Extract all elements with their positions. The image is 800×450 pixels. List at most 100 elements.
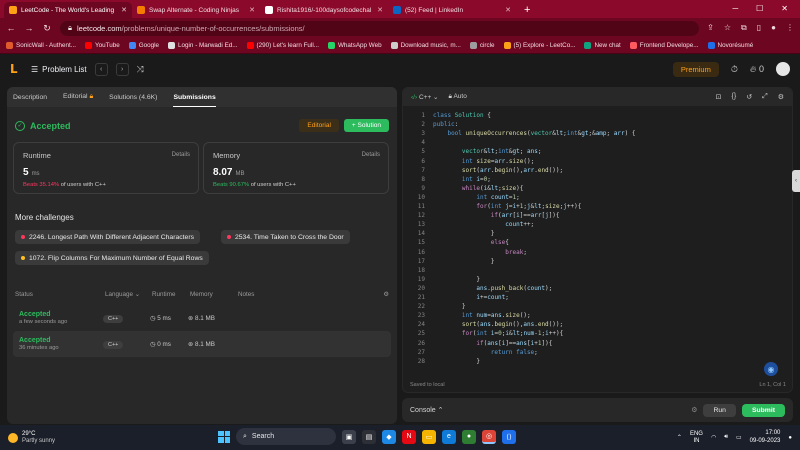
notification-icon[interactable]: ●	[788, 435, 792, 441]
add-solution-button[interactable]: + Solution	[343, 119, 389, 132]
browser-tab[interactable]: Rishita1916/-100daysofcodechal ✕	[260, 2, 388, 18]
browser-tab[interactable]: Swap Alternate - Coding Ninjas ✕	[132, 2, 260, 18]
tab-solutions[interactable]: Solutions (4.6K)	[109, 94, 157, 101]
timer-icon[interactable]: ⏱	[731, 64, 738, 75]
code-area[interactable]: 1 class Solution {2 public: 3 bool uniqueOc…	[403, 112, 788, 368]
code-line[interactable]: sort(arr.begin(),arr.end());	[433, 167, 563, 174]
premium-button[interactable]: Premium	[672, 61, 719, 77]
bookmark-item[interactable]: Google	[128, 42, 159, 49]
editor-scrollbar[interactable]	[785, 114, 789, 364]
xbox-icon[interactable]: ●	[462, 429, 476, 444]
bookmark-item[interactable]: SonicWall - Authent...	[6, 42, 76, 49]
table-row[interactable]: Accepted a few seconds ago C++ ◷ 5 ms ⊛ 8…	[13, 305, 391, 331]
bookmark-item[interactable]: Login - Marwadi Ed...	[168, 42, 238, 49]
profile-icon[interactable]: ●	[771, 23, 776, 33]
bookmark-item[interactable]: Novorésumé	[707, 42, 753, 49]
memory-card[interactable]: Memory Details 8.07 MB Beats 90.67% of us…	[203, 142, 389, 194]
tab-editorial[interactable]: Editorial 🔒︎	[63, 93, 93, 101]
edge-icon[interactable]: e	[442, 429, 456, 444]
challenge-chip[interactable]: 2534. Time Taken to Cross the Door	[221, 230, 350, 244]
console-toggle[interactable]: Console ⌃	[410, 406, 444, 414]
input-language[interactable]: ENG IN	[690, 431, 703, 445]
next-problem-button[interactable]: ›	[115, 62, 129, 76]
browser-tab[interactable]: (52) Feed | LinkedIn ✕	[388, 2, 516, 18]
avatar[interactable]	[776, 62, 790, 76]
problem-list-link[interactable]: ☰ Problem List	[31, 65, 87, 74]
code-line[interactable]: }	[433, 358, 480, 365]
settings-icon[interactable]: ⚙	[691, 406, 697, 414]
reset-icon[interactable]: ↺	[746, 93, 752, 101]
table-row[interactable]: Accepted 36 minutes ago C++ ◷ 0 ms ⊛ 8.1 …	[13, 331, 391, 357]
tab-description[interactable]: Description	[13, 94, 47, 101]
settings-gear-icon[interactable]: ⚙	[383, 291, 389, 298]
bookmark-icon[interactable]: ⊡	[716, 93, 722, 101]
sidebar-icon[interactable]: ▯	[757, 23, 761, 33]
submit-button[interactable]: Submit	[741, 403, 785, 417]
dropbox-icon[interactable]: ◆	[382, 429, 396, 444]
new-tab-button[interactable]: +	[516, 4, 538, 18]
battery-icon[interactable]: ▭	[736, 434, 742, 441]
shuffle-icon[interactable]: ⤨	[137, 64, 144, 75]
code-line[interactable]: break;	[433, 249, 527, 256]
code-line[interactable]: }	[433, 303, 466, 310]
weather-widget[interactable]: 29°C Partly sunny	[8, 431, 55, 445]
url-input[interactable]: 🔒︎ leetcode.com/problems/unique-number-o…	[60, 20, 700, 36]
close-tab-icon[interactable]: ✕	[121, 6, 127, 14]
tray-chevron-icon[interactable]: ⌃	[677, 434, 682, 441]
minimize-icon[interactable]: ─	[732, 4, 738, 13]
language-select[interactable]: ‹/› C++ ⌄	[411, 93, 439, 101]
code-line[interactable]: if(ans[i]==ans[i+1]){	[433, 340, 552, 347]
code-line[interactable]: class Solution {	[433, 112, 491, 119]
bookmark-item[interactable]: (290) Let's learn Full...	[246, 42, 319, 49]
bookmark-item[interactable]: New chat	[584, 42, 621, 49]
bookmark-item[interactable]: Frontend Develope...	[629, 42, 699, 49]
code-line[interactable]: count++;	[433, 221, 534, 228]
forward-icon[interactable]: →	[24, 23, 34, 33]
code-line[interactable]: for(int j=i+1;j&lt;size;j++){	[433, 203, 581, 210]
code-line[interactable]: if(arr[i]==arr[j]){	[433, 212, 560, 219]
code-line[interactable]: for(int i=0;i&lt;num-1;i++){	[433, 330, 563, 337]
challenge-chip[interactable]: 1072. Flip Columns For Maximum Number of…	[15, 251, 209, 265]
bookmark-item[interactable]: (5) Explore - LeetCo...	[503, 42, 575, 49]
volume-icon[interactable]: 🔊︎	[724, 434, 728, 441]
side-panel-toggle[interactable]: ‹	[792, 170, 800, 192]
code-line[interactable]: int i=0;	[433, 176, 491, 183]
code-line[interactable]: }	[433, 258, 495, 265]
run-button[interactable]: Run	[703, 403, 736, 417]
bookmark-item[interactable]: WhatsApp Web	[327, 42, 382, 49]
code-line[interactable]: return false;	[433, 349, 538, 356]
autocomplete-toggle[interactable]: 🔒︎ Auto	[449, 93, 467, 101]
tab-submissions[interactable]: Submissions	[173, 94, 216, 107]
bookmark-star-icon[interactable]: ☆	[724, 23, 731, 33]
code-line[interactable]: sort(ans.begin(),ans.end());	[433, 321, 563, 328]
code-line[interactable]: public:	[433, 121, 458, 128]
code-line[interactable]: int num=ans.size();	[433, 312, 531, 319]
prev-problem-button[interactable]: ‹	[94, 62, 108, 76]
bookmark-item[interactable]: Download music, m...	[390, 42, 461, 49]
back-icon[interactable]: ←	[6, 23, 16, 33]
code-line[interactable]: else{	[433, 239, 509, 246]
windows-start-icon[interactable]	[218, 430, 230, 443]
editorial-button[interactable]: Editorial	[299, 119, 339, 132]
menu-kebab-icon[interactable]: ⋮	[786, 23, 794, 33]
code-line[interactable]: i+=count;	[433, 294, 509, 301]
bookmark-item[interactable]: YouTube	[84, 42, 120, 49]
code-line[interactable]: int size=arr.size();	[433, 158, 534, 165]
close-tab-icon[interactable]: ✕	[377, 6, 383, 14]
row-status[interactable]: Accepted	[19, 311, 103, 318]
task-view-icon[interactable]: ▣	[342, 429, 356, 444]
runtime-details-link[interactable]: Details	[172, 152, 190, 158]
code-line[interactable]: while(i&lt;size){	[433, 185, 523, 192]
code-line[interactable]: int count=1;	[433, 194, 519, 201]
netflix-icon[interactable]: N	[402, 429, 416, 444]
settings-icon[interactable]: ⚙	[778, 93, 784, 101]
vscode-icon[interactable]: ⟨⟩	[502, 429, 516, 444]
fullscreen-icon[interactable]: ⤢	[762, 93, 768, 101]
col-language[interactable]: Language ⌄	[105, 291, 152, 298]
file-explorer-icon[interactable]: ▭	[422, 429, 436, 444]
taskbar-search[interactable]: ⌕ Search	[236, 428, 336, 445]
leetcode-logo-icon[interactable]: ᒪ	[10, 62, 23, 76]
braces-icon[interactable]: {}	[732, 93, 737, 101]
close-tab-icon[interactable]: ✕	[505, 6, 511, 14]
row-status[interactable]: Accepted	[19, 337, 103, 344]
